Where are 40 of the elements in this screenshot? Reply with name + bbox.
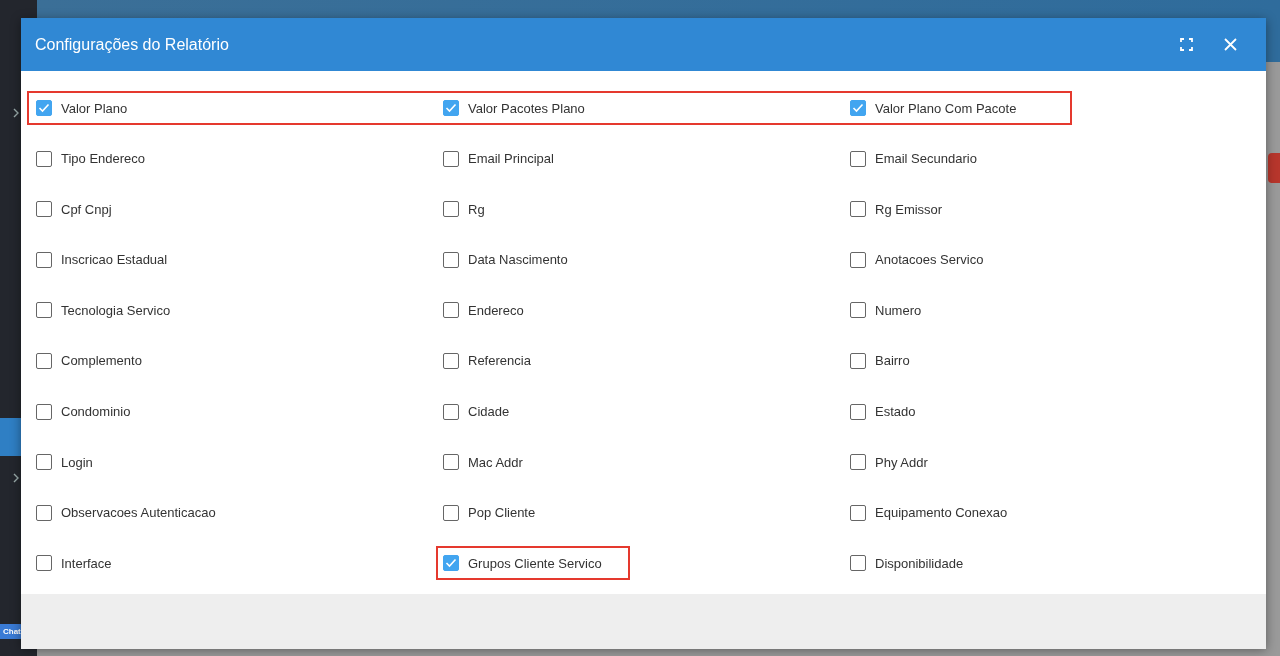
checkbox-option[interactable]: Login: [29, 445, 121, 480]
checkbox-option[interactable]: Anotacoes Servico: [843, 242, 1012, 277]
checkbox-option[interactable]: Tipo Endereco: [29, 141, 174, 176]
checkbox-option[interactable]: Email Principal: [436, 141, 582, 176]
checkbox-option[interactable]: Referencia: [436, 343, 559, 378]
checkbox-option[interactable]: Cidade: [436, 394, 538, 429]
chevron-icon[interactable]: [13, 108, 19, 118]
checkbox-option[interactable]: Inscricao Estadual: [29, 242, 196, 277]
checkbox-option[interactable]: Bairro: [843, 343, 938, 378]
checkbox-option[interactable]: Pop Cliente: [436, 495, 564, 530]
checkbox-option[interactable]: Valor Pacotes Plano: [436, 91, 613, 125]
checkbox-option[interactable]: Endereco: [436, 293, 552, 328]
dialog-title: Configurações do Relatório: [35, 35, 230, 54]
checkbox-option[interactable]: Mac Addr: [436, 445, 551, 480]
checkbox-option[interactable]: Rg: [436, 192, 513, 227]
check-icon: [445, 558, 457, 569]
checkbox-option[interactable]: Data Nascimento: [436, 242, 596, 277]
chevron-icon[interactable]: [13, 473, 19, 483]
checkbox-option[interactable]: Grupos Cliente Servico: [436, 546, 630, 581]
checkbox-option[interactable]: Disponibilidade: [843, 546, 992, 581]
check-icon: [445, 103, 457, 113]
checkbox-option[interactable]: Valor Plano: [29, 91, 156, 125]
checkbox-option[interactable]: Tecnologia Servico: [29, 293, 199, 328]
checkbox-option[interactable]: Observacoes Autenticacao: [29, 495, 244, 530]
checkbox-option[interactable]: Condominio: [29, 394, 159, 429]
checkbox-option[interactable]: Complemento: [29, 343, 170, 378]
fullscreen-icon[interactable]: [1180, 38, 1193, 51]
checkbox-option[interactable]: Numero: [843, 293, 950, 328]
checkbox-option[interactable]: Email Secundario: [843, 141, 1005, 176]
check-icon: [852, 103, 864, 113]
checkbox-option[interactable]: Cpf Cnpj: [29, 192, 140, 227]
checkbox-option[interactable]: Interface: [29, 546, 140, 581]
checkbox-option[interactable]: Equipamento Conexao: [843, 495, 1036, 530]
checkbox-option[interactable]: Phy Addr: [843, 445, 956, 480]
checkbox-option[interactable]: Valor Plano Com Pacote: [843, 91, 1045, 125]
chat-badge[interactable]: Chat: [0, 624, 24, 639]
check-icon: [38, 103, 50, 113]
close-icon[interactable]: [1224, 38, 1237, 51]
checkbox-option[interactable]: Rg Emissor: [843, 192, 971, 227]
checkbox-option[interactable]: Estado: [843, 394, 944, 429]
